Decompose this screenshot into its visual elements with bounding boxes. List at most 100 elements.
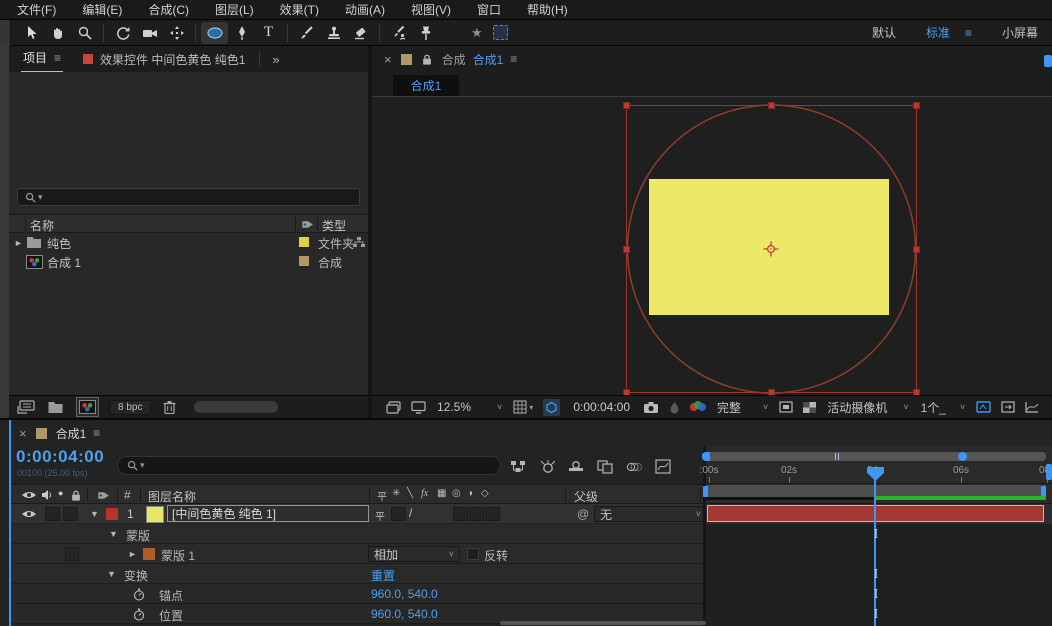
anchor-point-row[interactable]: 锚点 960.0, 540.0 — [9, 584, 703, 604]
transform-group-row[interactable]: ▼ 变换 重置 — [9, 564, 703, 584]
draft-3d-icon[interactable] — [539, 459, 555, 474]
magnification-dropdown[interactable]: 12.5% ˅ — [437, 400, 502, 414]
show-snapshot-icon[interactable] — [669, 401, 680, 414]
new-composition-icon[interactable] — [76, 397, 99, 417]
parent-dropdown[interactable]: 无 ˅ — [594, 506, 707, 522]
pan-behind-tool-icon[interactable] — [163, 22, 190, 44]
menu-animation[interactable]: 动画(A) — [332, 1, 398, 18]
parent-pick-whip-icon[interactable]: @ — [577, 507, 589, 521]
collapse-icon[interactable]: ✳ — [392, 488, 400, 499]
adjustment-layer-icon[interactable]: ◑ — [467, 488, 473, 499]
workspace-star-icon[interactable]: ★ — [471, 25, 483, 41]
selection-handle[interactable] — [623, 246, 630, 253]
mask-color-square[interactable] — [143, 548, 155, 560]
hand-tool-icon[interactable] — [44, 22, 71, 44]
view-mode-dropdown[interactable]: 活动摄像机 ˅ — [827, 399, 908, 416]
close-icon[interactable]: × — [19, 426, 27, 441]
selection-handle[interactable] — [913, 246, 920, 253]
navigator-start-handle[interactable] — [702, 452, 710, 461]
menu-layer[interactable]: 图层(L) — [202, 1, 267, 18]
menu-file[interactable]: 文件(F) — [4, 1, 69, 18]
comp-viewer-tab[interactable]: 合成1 — [393, 75, 459, 96]
selection-handle[interactable] — [623, 102, 630, 109]
switch-cell[interactable] — [485, 507, 500, 521]
comp-mini-flowchart-icon[interactable] — [510, 459, 526, 474]
show-channel-icon[interactable] — [690, 401, 706, 413]
column-type[interactable]: 类型 — [322, 217, 346, 234]
comp-marker-button[interactable] — [1046, 464, 1052, 480]
roto-brush-tool-icon[interactable] — [385, 22, 412, 44]
menu-effect[interactable]: 效果(T) — [267, 1, 332, 18]
comp-panel-menu-icon[interactable]: ≡ — [510, 52, 517, 66]
quality-icon[interactable]: ╲ — [407, 488, 413, 499]
timeline-tab-label[interactable]: 合成1 — [56, 425, 87, 442]
frame-blend-col-icon[interactable]: ▦ — [437, 488, 446, 499]
composition-viewer[interactable] — [372, 97, 1052, 395]
transform-expand-icon[interactable]: ▼ — [107, 569, 116, 579]
switch-cell[interactable] — [469, 507, 484, 521]
menu-view[interactable]: 视图(V) — [398, 1, 464, 18]
region-of-interest-icon[interactable] — [779, 401, 793, 413]
project-panel-menu-icon[interactable]: ≡ — [54, 51, 61, 65]
tab-project[interactable]: 项目 ≡ — [21, 45, 63, 73]
fx-icon[interactable]: fx — [421, 488, 428, 499]
menu-help[interactable]: 帮助(H) — [514, 1, 581, 18]
rotate-tool-icon[interactable] — [109, 22, 136, 44]
shy-icon[interactable]: 平 — [377, 488, 387, 503]
work-area-start-handle[interactable] — [703, 486, 708, 497]
layer-number-column[interactable]: # — [124, 488, 131, 502]
menu-edit[interactable]: 编辑(E) — [69, 1, 135, 18]
pixel-aspect-icon[interactable] — [1001, 401, 1015, 413]
solo-column-icon[interactable]: ● — [58, 488, 63, 498]
project-footer-scrollbar[interactable] — [194, 401, 278, 413]
anchor-point-icon[interactable] — [762, 240, 780, 258]
masks-group-row[interactable]: ▼ 蒙版 — [9, 524, 703, 544]
frame-blend-icon[interactable] — [597, 459, 613, 474]
folder-expand-icon[interactable]: ► — [14, 238, 23, 248]
motion-blur-icon[interactable] — [626, 459, 642, 474]
selection-handle[interactable] — [768, 102, 775, 109]
tab-overflow-icon[interactable]: » — [272, 52, 279, 67]
layer-name-column[interactable]: 图层名称 — [148, 488, 196, 505]
mask1-expand-icon[interactable]: ► — [128, 549, 137, 559]
masks-expand-icon[interactable]: ▼ — [109, 529, 118, 539]
audio-column-speaker-icon[interactable] — [41, 489, 53, 501]
project-bit-depth[interactable]: 8 bpc — [109, 400, 151, 415]
monitor-icon[interactable] — [411, 401, 426, 414]
menu-composition[interactable]: 合成(C) — [135, 1, 202, 18]
position-value[interactable]: 960.0, 540.0 — [371, 607, 438, 621]
always-preview-icon[interactable] — [386, 401, 401, 414]
layer-name-field[interactable]: [中间色黄色 纯色 1] — [167, 505, 369, 522]
3d-layer-icon[interactable]: ◇ — [481, 488, 489, 499]
shared-view-icon[interactable] — [976, 401, 991, 413]
zoom-tool-icon[interactable] — [71, 22, 98, 44]
interpret-footage-icon[interactable] — [17, 400, 35, 414]
stopwatch-icon[interactable] — [132, 587, 146, 602]
label-color-yellow[interactable] — [299, 237, 309, 247]
mask-visibility-icon[interactable] — [543, 399, 560, 416]
layer-eye-icon[interactable] — [21, 508, 37, 520]
video-column-eye-icon[interactable] — [21, 489, 37, 501]
mask-mode-dropdown[interactable]: 相加 ˅ — [368, 546, 460, 562]
layer-label-red[interactable] — [106, 508, 118, 520]
navigator-end-handle[interactable] — [958, 452, 967, 461]
layer-row[interactable]: ▼ 1 [中间色黄色 纯色 1] 平 / @ 无 ˅ — [9, 504, 703, 524]
grid-guides-icon[interactable]: ▾ — [513, 400, 533, 414]
view-layout-dropdown[interactable]: 1个_ ˅ — [921, 399, 966, 416]
resolution-dropdown[interactable]: 完整 ˅ — [717, 399, 768, 416]
anchor-point-value[interactable]: 960.0, 540.0 — [371, 587, 438, 601]
mask-visibility-cell[interactable] — [65, 547, 79, 561]
active-comp-name[interactable]: 合成1 — [473, 51, 504, 68]
time-navigator-bar[interactable] — [702, 452, 1046, 461]
camera-tool-icon[interactable] — [136, 22, 163, 44]
project-search-input[interactable]: ▾ — [17, 188, 360, 206]
brush-tool-icon[interactable] — [293, 22, 320, 44]
workspace-menu-icon[interactable]: ≡ — [965, 26, 972, 40]
label-color-tan[interactable] — [299, 256, 309, 266]
current-time-display[interactable]: 0:00:04:00 — [16, 447, 104, 467]
snapping-icon[interactable] — [493, 25, 508, 40]
project-row-comp1[interactable]: 合成 1 合成 — [9, 252, 368, 271]
transparency-grid-icon[interactable] — [803, 402, 816, 413]
label-column-tag-icon[interactable] — [97, 489, 111, 502]
clone-stamp-tool-icon[interactable] — [320, 22, 347, 44]
